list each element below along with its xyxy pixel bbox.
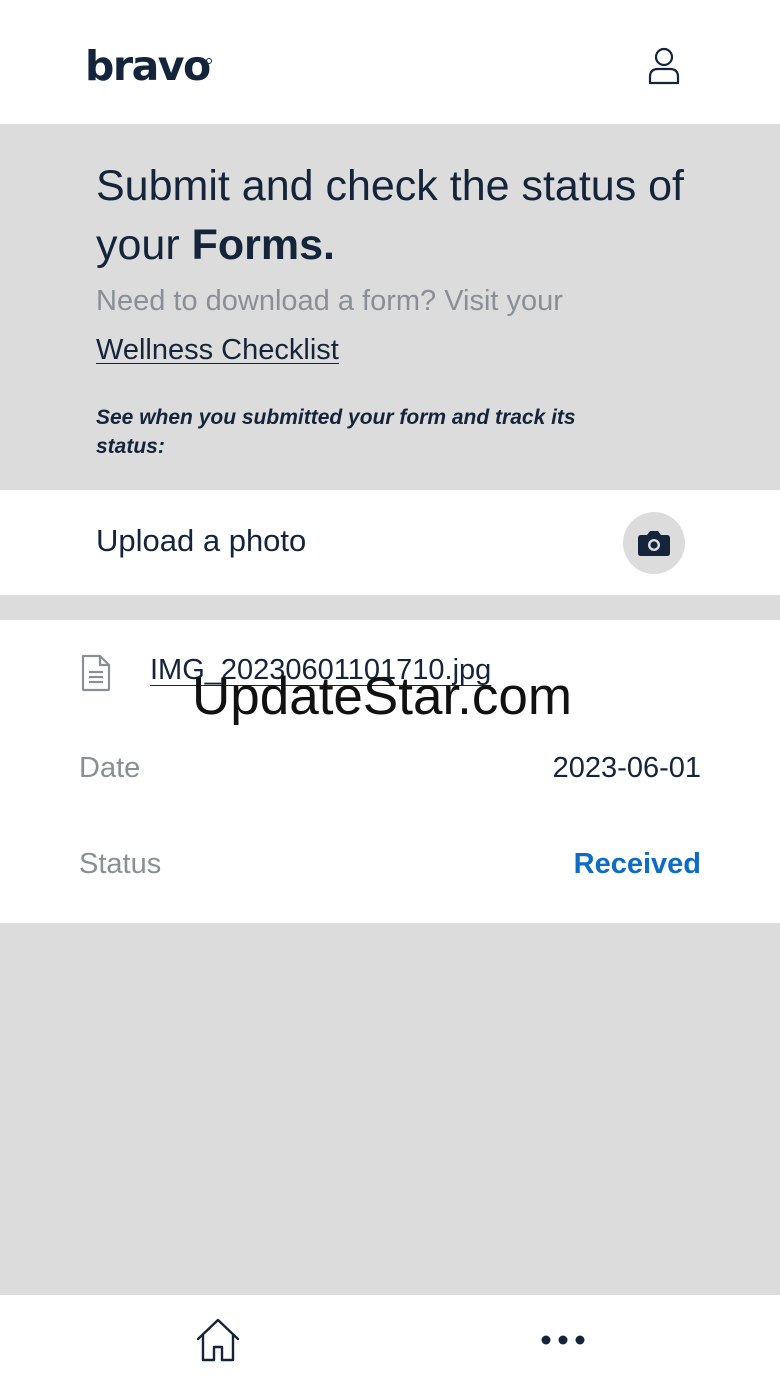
bravo-logo: bravo <box>85 42 211 90</box>
bottom-nav <box>0 1295 780 1387</box>
nav-home-button[interactable] <box>188 1312 248 1368</box>
nav-more-button[interactable] <box>533 1312 593 1368</box>
page-title: Submit and check the status of your Form… <box>96 157 716 275</box>
document-icon <box>81 654 111 692</box>
headline-text: Submit and check the status of your <box>96 162 684 269</box>
file-name-link[interactable]: IMG_20230601101710.jpg <box>150 654 491 687</box>
status-badge: Received <box>573 848 701 880</box>
home-icon <box>196 1318 240 1362</box>
date-value: 2023-06-01 <box>552 752 701 784</box>
headline-forms: Forms. <box>191 221 335 269</box>
wellness-checklist-link[interactable]: Wellness Checklist <box>96 334 339 367</box>
profile-button[interactable] <box>640 44 688 88</box>
user-icon <box>648 47 680 85</box>
camera-button[interactable] <box>623 512 685 574</box>
more-icon <box>541 1335 585 1345</box>
download-prompt: Need to download a form? Visit your <box>96 285 563 317</box>
camera-icon <box>638 531 670 556</box>
date-label: Date <box>79 752 141 784</box>
status-label: Status <box>79 848 162 880</box>
registered-mark <box>206 58 212 64</box>
upload-photo-label: Upload a photo <box>96 523 307 558</box>
track-status-note: See when you submitted your form and tra… <box>96 406 576 458</box>
